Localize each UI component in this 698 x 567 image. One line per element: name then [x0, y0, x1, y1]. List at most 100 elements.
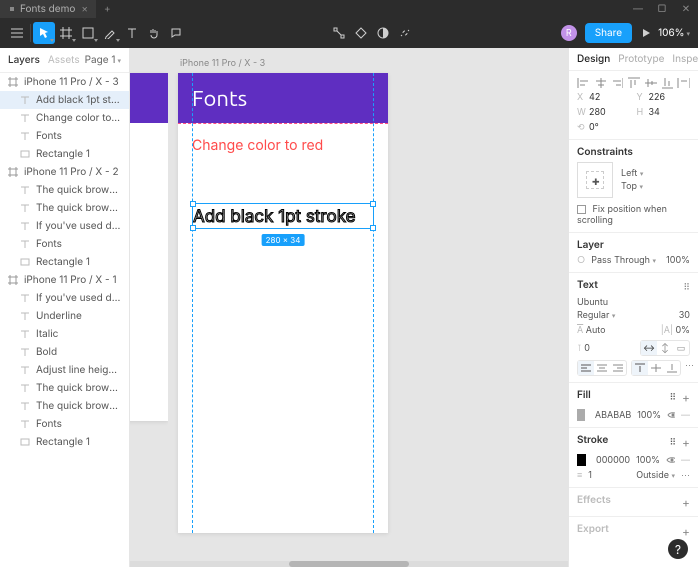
stroke-weight[interactable]: 1	[588, 470, 592, 481]
layer-row[interactable]: Fonts	[0, 127, 129, 145]
canvas-scrollbar[interactable]	[130, 561, 568, 567]
text-styles-button[interactable]: ⠿	[683, 282, 690, 293]
pen-tool[interactable]	[99, 22, 121, 44]
layer-row[interactable]: Adjust line height to 140% an...	[0, 361, 129, 379]
input-x[interactable]: 42	[589, 92, 600, 103]
font-size[interactable]: 30	[679, 310, 690, 321]
paragraph-spacing[interactable]: 0	[584, 343, 590, 354]
file-tab[interactable]: Fonts demo ×	[0, 0, 96, 18]
export-add-button[interactable]: +	[682, 524, 690, 539]
text-resize-auto-width-icon[interactable]: ↔	[641, 341, 657, 355]
input-h[interactable]: 34	[649, 107, 660, 118]
fill-swatch[interactable]	[577, 409, 585, 421]
layer-row[interactable]: Add black 1pt stroke	[0, 91, 129, 109]
tab-prototype[interactable]: Prototype	[618, 53, 664, 65]
layer-row[interactable]: Fonts	[0, 415, 129, 433]
text-align-right-icon[interactable]	[610, 361, 626, 375]
selected-text-layer[interactable]: Add black 1pt stroke	[193, 204, 373, 230]
stroke-settings-button[interactable]: ⋯	[681, 470, 690, 481]
user-avatar[interactable]: R	[561, 25, 577, 41]
help-button[interactable]: ?	[668, 539, 688, 559]
assets-tab[interactable]: Assets	[48, 54, 80, 66]
present-button[interactable]	[636, 28, 656, 38]
blend-mode[interactable]: Pass Through ▾	[591, 255, 660, 266]
distribute-icon[interactable]	[677, 77, 690, 89]
align-right-icon[interactable]	[610, 77, 623, 89]
tab-inspect[interactable]: Inspect	[672, 53, 698, 65]
layer-row[interactable]: The quick brown fox jumped....	[0, 199, 129, 217]
shape-tool[interactable]	[77, 22, 99, 44]
stroke-opacity[interactable]: 100%	[636, 455, 660, 466]
letter-spacing[interactable]: 0%	[675, 325, 690, 336]
align-controls[interactable]	[577, 77, 690, 89]
layer-row[interactable]: If you've used design tools be...	[0, 217, 129, 235]
stroke-visible-icon[interactable]	[666, 454, 675, 466]
layer-row[interactable]: Underline	[0, 307, 129, 325]
constraint-h[interactable]: Left ▾	[621, 168, 643, 179]
layer-row[interactable]: Rectangle 1	[0, 253, 129, 271]
close-tab-icon[interactable]: ×	[81, 3, 88, 15]
layer-row[interactable]: Bold	[0, 343, 129, 361]
layer-row[interactable]: The quick brown fox jumped.....	[0, 181, 129, 199]
share-button[interactable]: Share	[585, 23, 632, 43]
layer-row[interactable]: Change color to red	[0, 109, 129, 127]
tab-design[interactable]: Design	[577, 53, 610, 65]
stroke-swatch[interactable]	[577, 454, 586, 466]
stroke-style-button[interactable]: ⠿	[669, 437, 676, 448]
sel-handle-sw[interactable]	[190, 225, 196, 231]
stroke-hex[interactable]: 000000	[596, 455, 630, 466]
artboard-label[interactable]: iPhone 11 Pro / X - 3	[178, 54, 388, 73]
text-tool[interactable]	[121, 22, 143, 44]
layer-row[interactable]: Rectangle 1	[0, 433, 129, 451]
input-w[interactable]: 280	[589, 107, 606, 118]
layer-row[interactable]: iPhone 11 Pro / X - 1	[0, 271, 129, 289]
align-vcenter-icon[interactable]	[644, 77, 657, 89]
font-weight[interactable]: Regular ▾	[577, 310, 673, 321]
align-top-icon[interactable]	[627, 77, 640, 89]
move-tool[interactable]	[33, 22, 55, 44]
hand-tool[interactable]	[143, 22, 165, 44]
layer-row[interactable]: iPhone 11 Pro / X - 2	[0, 163, 129, 181]
fill-add-button[interactable]: +	[682, 390, 690, 405]
fill-remove-button[interactable]: —	[681, 410, 690, 421]
constraint-v[interactable]: Top ▾	[621, 181, 643, 192]
window-minimize[interactable]: —	[626, 3, 650, 15]
fill-hex[interactable]: ABABAB	[595, 410, 631, 421]
line-height[interactable]: Auto	[586, 325, 606, 336]
window-close[interactable]: ✕	[674, 3, 698, 15]
layer-row[interactable]: Rectangle 1	[0, 145, 129, 163]
fill-style-button[interactable]: ⠿	[669, 392, 676, 403]
text-valign-middle-icon[interactable]	[648, 361, 664, 375]
canvas[interactable]: toolsr with s allowof theesigns in. oard…	[130, 48, 568, 567]
main-menu-button[interactable]	[6, 22, 28, 44]
new-tab-button[interactable]: +	[96, 3, 119, 15]
layer-row[interactable]: If you've used design tools be...	[0, 289, 129, 307]
window-maximize[interactable]: ▢	[650, 3, 674, 15]
align-hcenter-icon[interactable]	[594, 77, 607, 89]
mask-tool[interactable]	[372, 22, 394, 44]
stroke-add-button[interactable]: +	[682, 435, 690, 450]
fix-position-checkbox[interactable]	[577, 205, 586, 214]
layers-tab[interactable]: Layers	[8, 54, 40, 66]
edit-object-tool[interactable]	[328, 22, 350, 44]
text-valign-bottom-icon[interactable]	[664, 361, 680, 375]
fill-visible-icon[interactable]	[667, 409, 675, 421]
stroke-remove-button[interactable]: —	[681, 455, 690, 466]
red-text-layer[interactable]: Change color to red	[192, 137, 374, 154]
fill-opacity[interactable]: 100%	[637, 410, 661, 421]
text-align-left-icon[interactable]	[578, 361, 594, 375]
link-tool[interactable]	[394, 22, 416, 44]
align-left-icon[interactable]	[577, 77, 590, 89]
text-align-center-icon[interactable]	[594, 361, 610, 375]
input-rotation[interactable]: 0°	[589, 122, 599, 133]
frame-tool[interactable]	[55, 22, 77, 44]
layer-row[interactable]: Fonts	[0, 235, 129, 253]
zoom-control[interactable]: 106% ▾	[656, 27, 692, 39]
stroke-position[interactable]: Outside ▾	[636, 470, 675, 481]
effects-add-button[interactable]: +	[682, 495, 690, 510]
component-tool[interactable]	[350, 22, 372, 44]
text-resize-fixed-icon[interactable]: ▭	[673, 341, 689, 355]
input-y[interactable]: 226	[649, 92, 666, 103]
sel-handle-nw[interactable]	[190, 201, 196, 207]
text-valign-top-icon[interactable]	[632, 361, 648, 375]
